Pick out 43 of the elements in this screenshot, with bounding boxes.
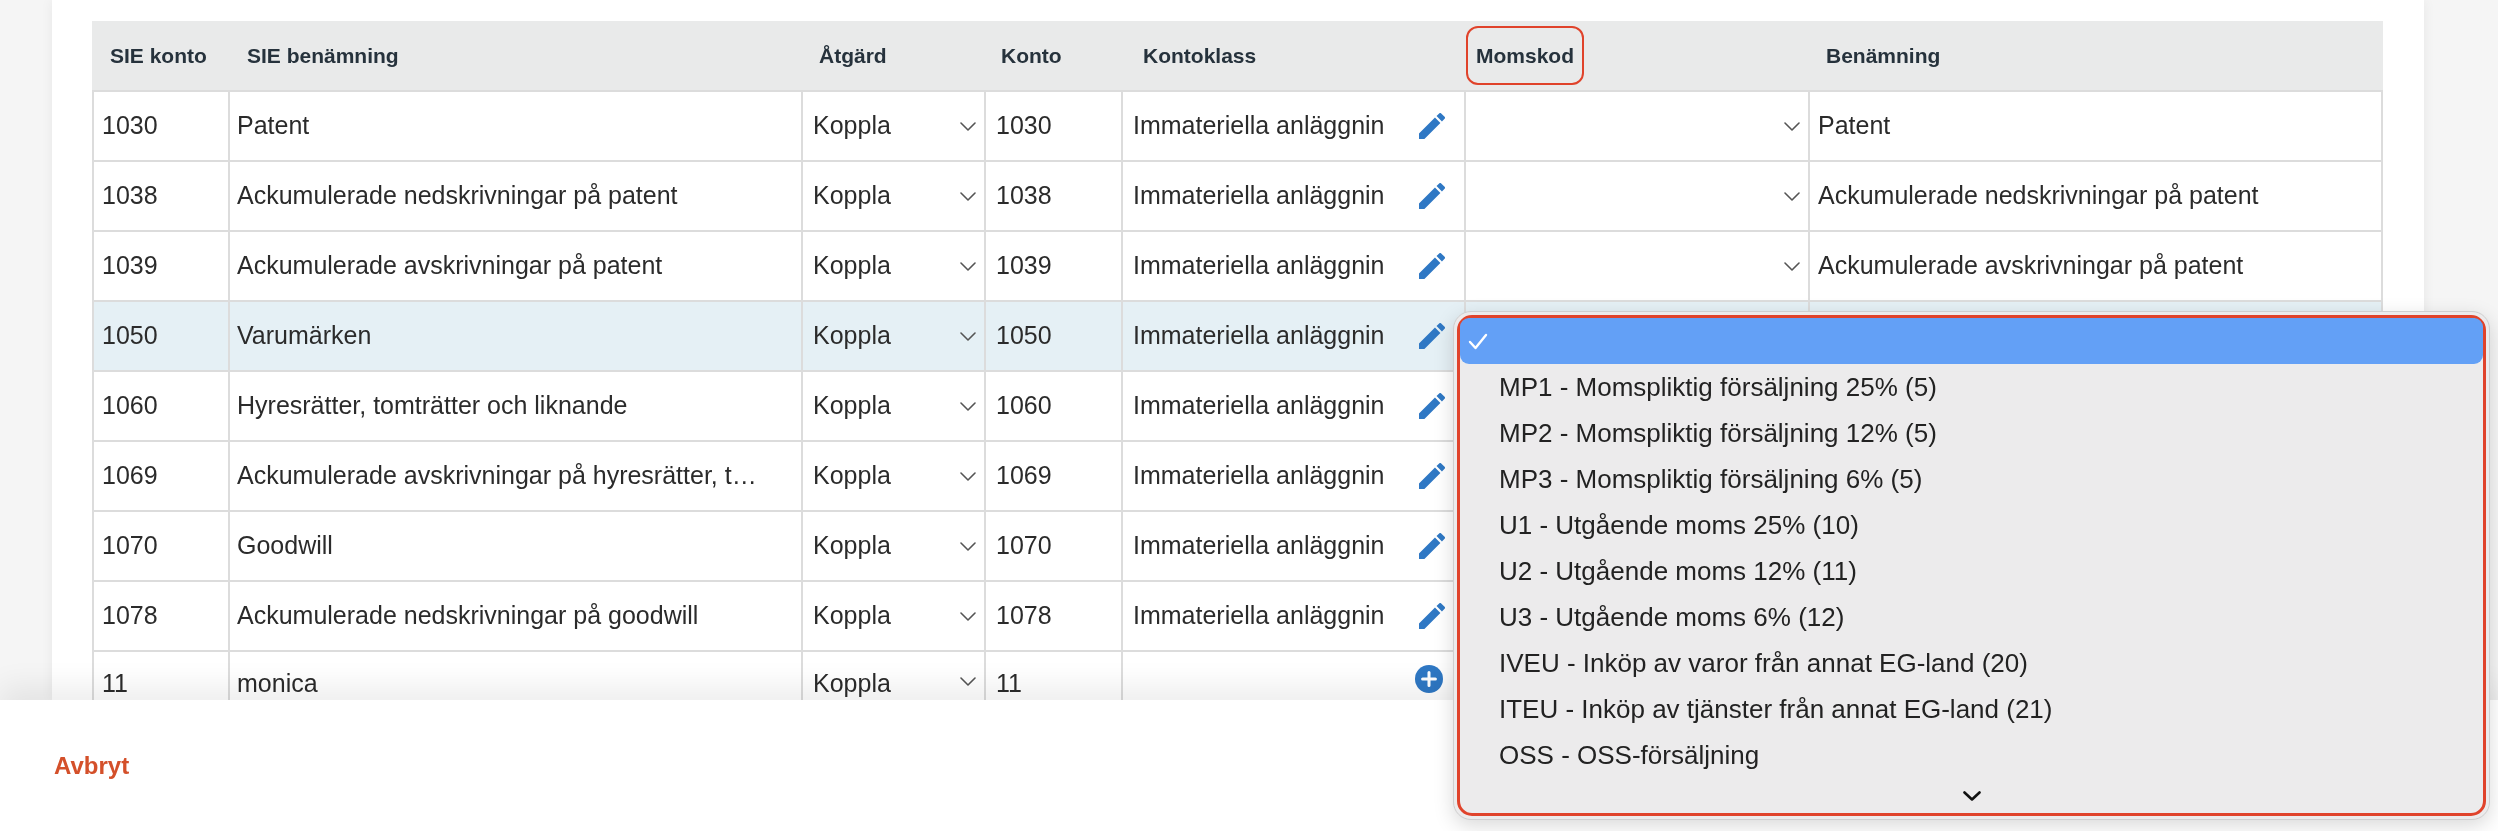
column-header: Benämning: [1825, 42, 1942, 69]
chevron-down-icon: [960, 611, 976, 621]
column-header: Konto: [1000, 42, 1063, 69]
pencil-icon[interactable]: [1419, 603, 1445, 629]
account-class-text: Immateriella anläggnin: [1133, 180, 1385, 212]
dropdown-option[interactable]: OSS - OSS-försäljning: [1460, 732, 2483, 778]
chevron-down-icon: [1784, 121, 1800, 131]
scroll-down-icon[interactable]: [1962, 790, 1981, 801]
chevron-down-icon: [1784, 191, 1800, 201]
table-row[interactable]: 1030 Patent Koppla 1030 Immateriella anläggnin Patent: [92, 92, 2383, 162]
pencil-icon[interactable]: [1419, 463, 1445, 489]
pencil-icon[interactable]: [1419, 393, 1445, 419]
column-header: Kontoklass: [1142, 42, 1258, 69]
pencil-icon[interactable]: [1419, 253, 1445, 279]
column-header: SIE konto: [109, 42, 208, 69]
column-header: Momskod: [1466, 25, 1584, 86]
account-class-text: Immateriella anläggnin: [1133, 390, 1385, 422]
chevron-down-icon: [960, 191, 976, 201]
chevron-down-icon: [960, 401, 976, 411]
pencil-icon[interactable]: [1419, 113, 1445, 139]
account-class-text: Immateriella anläggnin: [1133, 460, 1385, 492]
account-class-text: Immateriella anläggnin: [1133, 530, 1385, 562]
account-class-text: Immateriella anläggnin: [1133, 320, 1385, 352]
chevron-down-icon: [960, 261, 976, 271]
account-class-text: Immateriella anläggnin: [1133, 250, 1385, 282]
pencil-icon[interactable]: [1419, 323, 1445, 349]
account-class-text: Immateriella anläggnin: [1133, 110, 1385, 142]
cancel-button[interactable]: Avbryt: [54, 747, 130, 784]
chevron-down-icon: [960, 121, 976, 131]
chevron-down-icon: [960, 541, 976, 551]
column-header: SIE benämning: [246, 42, 400, 69]
chevron-down-icon: [1784, 261, 1800, 271]
column-header: Åtgärd: [818, 42, 888, 69]
checkmark-icon: [1468, 332, 1488, 350]
chevron-down-icon: [960, 677, 976, 686]
pencil-icon[interactable]: [1419, 533, 1445, 559]
table-row[interactable]: 1038 Ackumulerade nedskrivningar på patent Koppla 1038 Immateriella anläggnin Ackumulerade nedskrivningar på patent: [92, 162, 2383, 232]
pencil-icon[interactable]: [1419, 183, 1445, 209]
chevron-down-icon: [960, 331, 976, 341]
account-class-text: Immateriella anläggnin: [1133, 600, 1385, 632]
table-row[interactable]: 1039 Ackumulerade avskrivningar på patent Koppla 1039 Immateriella anläggnin Ackumulerade avskrivningar på patent: [92, 232, 2383, 302]
add-icon[interactable]: [1415, 665, 1443, 693]
chevron-down-icon: [960, 471, 976, 481]
